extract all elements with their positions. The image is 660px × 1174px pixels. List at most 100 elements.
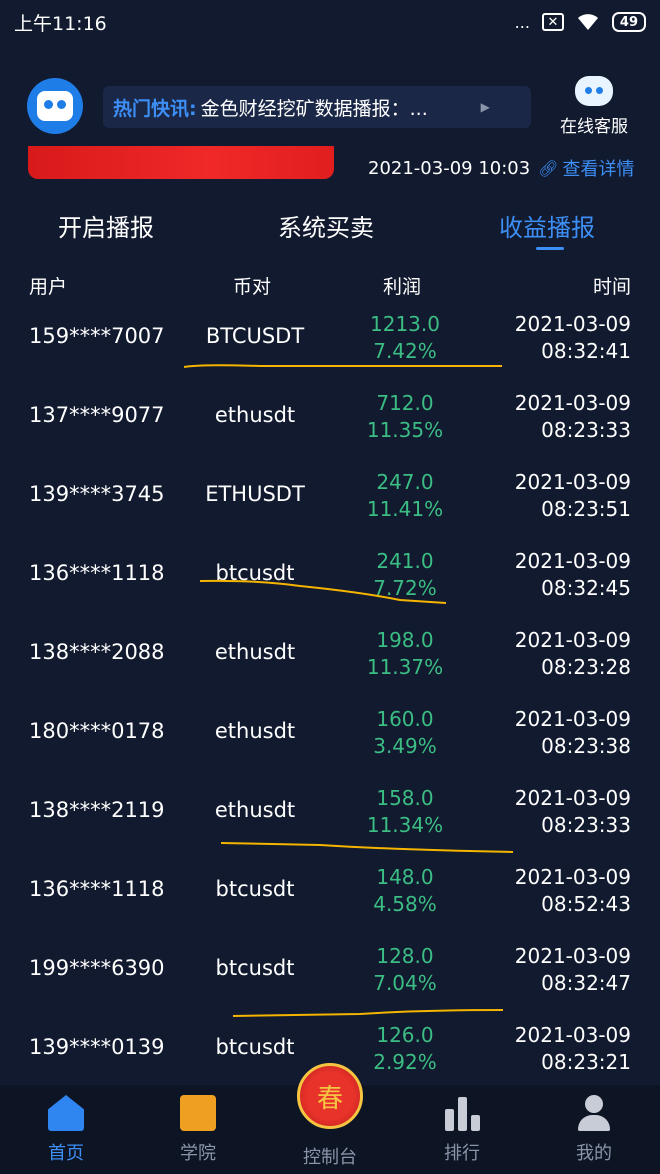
profit-percent: 7.04% (373, 971, 437, 995)
table-row: 180****0178 ethusdt 160.0 3.49% 2021-03-09 08… (0, 701, 660, 780)
robot-avatar-icon[interactable] (27, 78, 83, 134)
cell-time: 2021-03-09 08:23:33 (515, 390, 631, 444)
tab-system-trading[interactable]: 系统买卖 (278, 208, 374, 243)
tab-start-broadcast[interactable]: 开启播报 (58, 208, 154, 243)
cell-pair: ethusdt (214, 719, 296, 743)
robot-service-icon (575, 76, 613, 106)
cell-pair: BTCUSDT (205, 324, 305, 348)
table-row: 136****1118 btcusdt 241.0 7.72% 2021-03-09 08… (0, 543, 660, 622)
console-button[interactable]: 春 (297, 1063, 363, 1129)
home-icon (48, 1095, 84, 1131)
info-row: 2021-03-09 10:03 🔗︎ 查看详情 (368, 155, 635, 181)
cell-profit: 160.0 3.49% (345, 706, 465, 760)
cell-pair: ETHUSDT (205, 482, 305, 506)
time-date: 2021-03-09 (514, 1023, 631, 1047)
profit-amount: 148.0 (376, 865, 434, 889)
time-clock: 08:23:28 (541, 655, 631, 679)
table-row: 139****3745 ETHUSDT 247.0 11.41% 2021-03-09 0… (0, 464, 660, 543)
cell-time: 2021-03-09 08:32:45 (515, 548, 631, 602)
time-clock: 08:32:41 (541, 339, 631, 363)
nav-home[interactable]: 首页 (26, 1095, 106, 1165)
profit-amount: 1213.0 (370, 312, 440, 336)
cell-user: 136****1118 (29, 877, 165, 901)
cell-user: 138****2088 (29, 640, 165, 664)
time-date: 2021-03-09 (514, 470, 631, 494)
header: 热门快讯: 金色财经挖矿数据播报：... ▶ 在线客服 (0, 72, 660, 142)
nav-me[interactable]: 我的 (554, 1095, 634, 1165)
news-ticker[interactable]: 热门快讯: 金色财经挖矿数据播报：... ▶ (103, 86, 531, 128)
profit-percent: 2.92% (373, 1050, 437, 1074)
tab-profit-broadcast[interactable]: 收益播报 (499, 208, 595, 243)
column-header-time: 时间 (592, 276, 631, 298)
time-clock: 08:23:38 (541, 734, 631, 758)
time-clock: 08:32:47 (541, 971, 631, 995)
nav-me-label: 我的 (576, 1143, 612, 1164)
cell-time: 2021-03-09 08:23:38 (515, 706, 631, 760)
time-date: 2021-03-09 (514, 865, 631, 889)
table-row: 138****2088 ethusdt 198.0 11.37% 2021-03-09 0… (0, 622, 660, 701)
column-header-pair: 币对 (233, 276, 272, 298)
time-date: 2021-03-09 (514, 391, 631, 415)
cell-user: 137****9077 (29, 403, 165, 427)
view-details-link[interactable]: 🔗︎ 查看详情 (538, 155, 634, 181)
time-date: 2021-03-09 (514, 628, 631, 652)
cell-pair: ethusdt (214, 798, 296, 822)
table-row: 199****6390 btcusdt 128.0 7.04% 2021-03-09 08… (0, 938, 660, 1017)
wifi-icon (577, 14, 598, 30)
table-row: 137****9077 ethusdt 712.0 11.35% 2021-03-09 0… (0, 385, 660, 464)
bar-chart-icon (444, 1095, 480, 1131)
profit-percent: 3.49% (373, 734, 437, 758)
profit-amount: 126.0 (376, 1023, 434, 1047)
profit-percent: 11.41% (366, 497, 444, 521)
profit-amount: 247.0 (376, 470, 434, 494)
cell-time: 2021-03-09 08:23:51 (515, 469, 631, 523)
status-bar: 上午11:16 ... ✕ 49 (0, 0, 660, 44)
time-date: 2021-03-09 (514, 707, 631, 731)
table-row: 136****1118 btcusdt 148.0 4.58% 2021-03-09 08… (0, 859, 660, 938)
cell-profit: 158.0 11.34% (345, 785, 465, 839)
cell-profit: 247.0 11.41% (345, 469, 465, 523)
news-label: 热门快讯: (113, 97, 197, 120)
time-clock: 08:32:45 (541, 576, 631, 600)
cell-time: 2021-03-09 08:32:47 (515, 943, 631, 997)
cell-pair: btcusdt (215, 561, 295, 585)
profit-amount: 712.0 (376, 391, 434, 415)
column-header-user: 用户 (29, 276, 68, 298)
cell-user: 138****2119 (29, 798, 165, 822)
time-date: 2021-03-09 (514, 944, 631, 968)
cell-user: 139****3745 (29, 482, 165, 506)
view-details-label: 查看详情 (562, 159, 635, 180)
nav-rank[interactable]: 排行 (422, 1095, 502, 1165)
time-clock: 08:52:43 (541, 892, 631, 916)
status-time: 上午11:16 (14, 12, 107, 35)
cell-pair: ethusdt (214, 403, 296, 427)
profit-amount: 241.0 (376, 549, 434, 573)
cell-pair: btcusdt (215, 877, 295, 901)
nav-console-label: 控制台 (303, 1147, 357, 1168)
time-clock: 08:23:51 (541, 497, 631, 521)
nav-rank-label: 排行 (444, 1143, 480, 1164)
time-date: 2021-03-09 (514, 312, 631, 336)
signal-dots-icon: ... (514, 12, 530, 32)
table-row: 138****2119 ethusdt 158.0 11.34% 2021-03-09 0… (0, 780, 660, 859)
cell-time: 2021-03-09 08:52:43 (515, 864, 631, 918)
cell-pair: btcusdt (215, 1035, 295, 1059)
profit-amount: 198.0 (376, 628, 434, 652)
academy-icon (180, 1095, 216, 1131)
profit-percent: 11.34% (366, 813, 444, 837)
cell-profit: 198.0 11.37% (345, 627, 465, 681)
battery-icon: 49 (611, 12, 646, 32)
cell-user: 136****1118 (29, 561, 165, 585)
time-date: 2021-03-09 (514, 786, 631, 810)
online-service-button[interactable]: 在线客服 (552, 76, 636, 137)
status-icons: ... ✕ 49 (515, 12, 646, 32)
user-icon (576, 1095, 612, 1131)
info-datetime: 2021-03-09 10:03 (368, 157, 531, 179)
play-arrow-icon: ▶ (480, 100, 490, 114)
cell-user: 180****0178 (29, 719, 165, 743)
profit-percent: 7.72% (373, 576, 437, 600)
nav-academy[interactable]: 学院 (158, 1095, 238, 1165)
time-date: 2021-03-09 (514, 549, 631, 573)
profit-percent: 7.42% (373, 339, 437, 363)
link-icon: 🔗︎ (538, 158, 559, 178)
